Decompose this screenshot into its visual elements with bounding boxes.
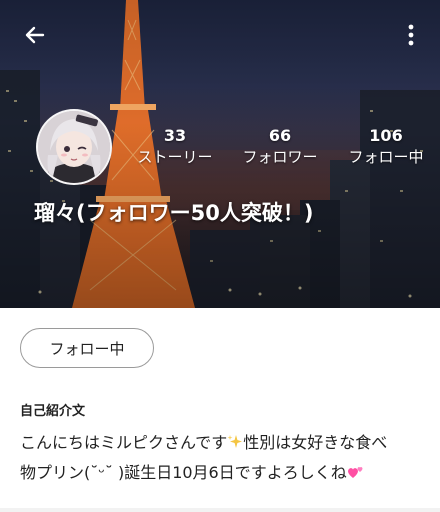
back-button[interactable] xyxy=(18,18,52,52)
following-count: 106 xyxy=(369,126,403,145)
avatar[interactable] xyxy=(36,109,112,185)
avatar-illustration xyxy=(38,111,110,183)
arrow-left-icon xyxy=(25,26,45,44)
followers-label: フォロワー xyxy=(242,148,318,166)
bio-line-1b: 性別は女好きな食べ xyxy=(243,433,388,452)
following-stat[interactable]: 106 フォロー中 xyxy=(342,126,430,168)
two-hearts-icon xyxy=(347,467,363,478)
stories-count: 33 xyxy=(163,126,187,145)
section-divider xyxy=(0,508,440,512)
stories-label: ストーリー xyxy=(137,148,213,166)
followers-count: 66 xyxy=(268,126,292,145)
following-toggle-button[interactable]: フォロー中 xyxy=(20,328,154,368)
following-label: フォロー中 xyxy=(348,148,424,166)
display-name: 瑠々(フォロワー50人突破！) xyxy=(34,201,314,225)
more-options-button[interactable] xyxy=(396,18,426,52)
sparkles-icon xyxy=(227,435,243,448)
more-vertical-icon xyxy=(408,24,414,46)
followers-stat[interactable]: 66 フォロワー xyxy=(236,126,324,168)
stories-stat[interactable]: 33 ストーリー xyxy=(130,126,220,168)
bio-line-2: 物プリン(˘ᵕ˘ )誕生日10月6日ですよろしくね xyxy=(20,463,347,482)
bio-heading: 自己紹介文 xyxy=(20,404,86,419)
bio-line-1: こんにちはミルピクさんです xyxy=(20,433,228,452)
bio-text: こんにちはミルピクさんです 性別は女好きな食べ 物プリン(˘ᵕ˘ )誕生日10月… xyxy=(20,428,428,488)
